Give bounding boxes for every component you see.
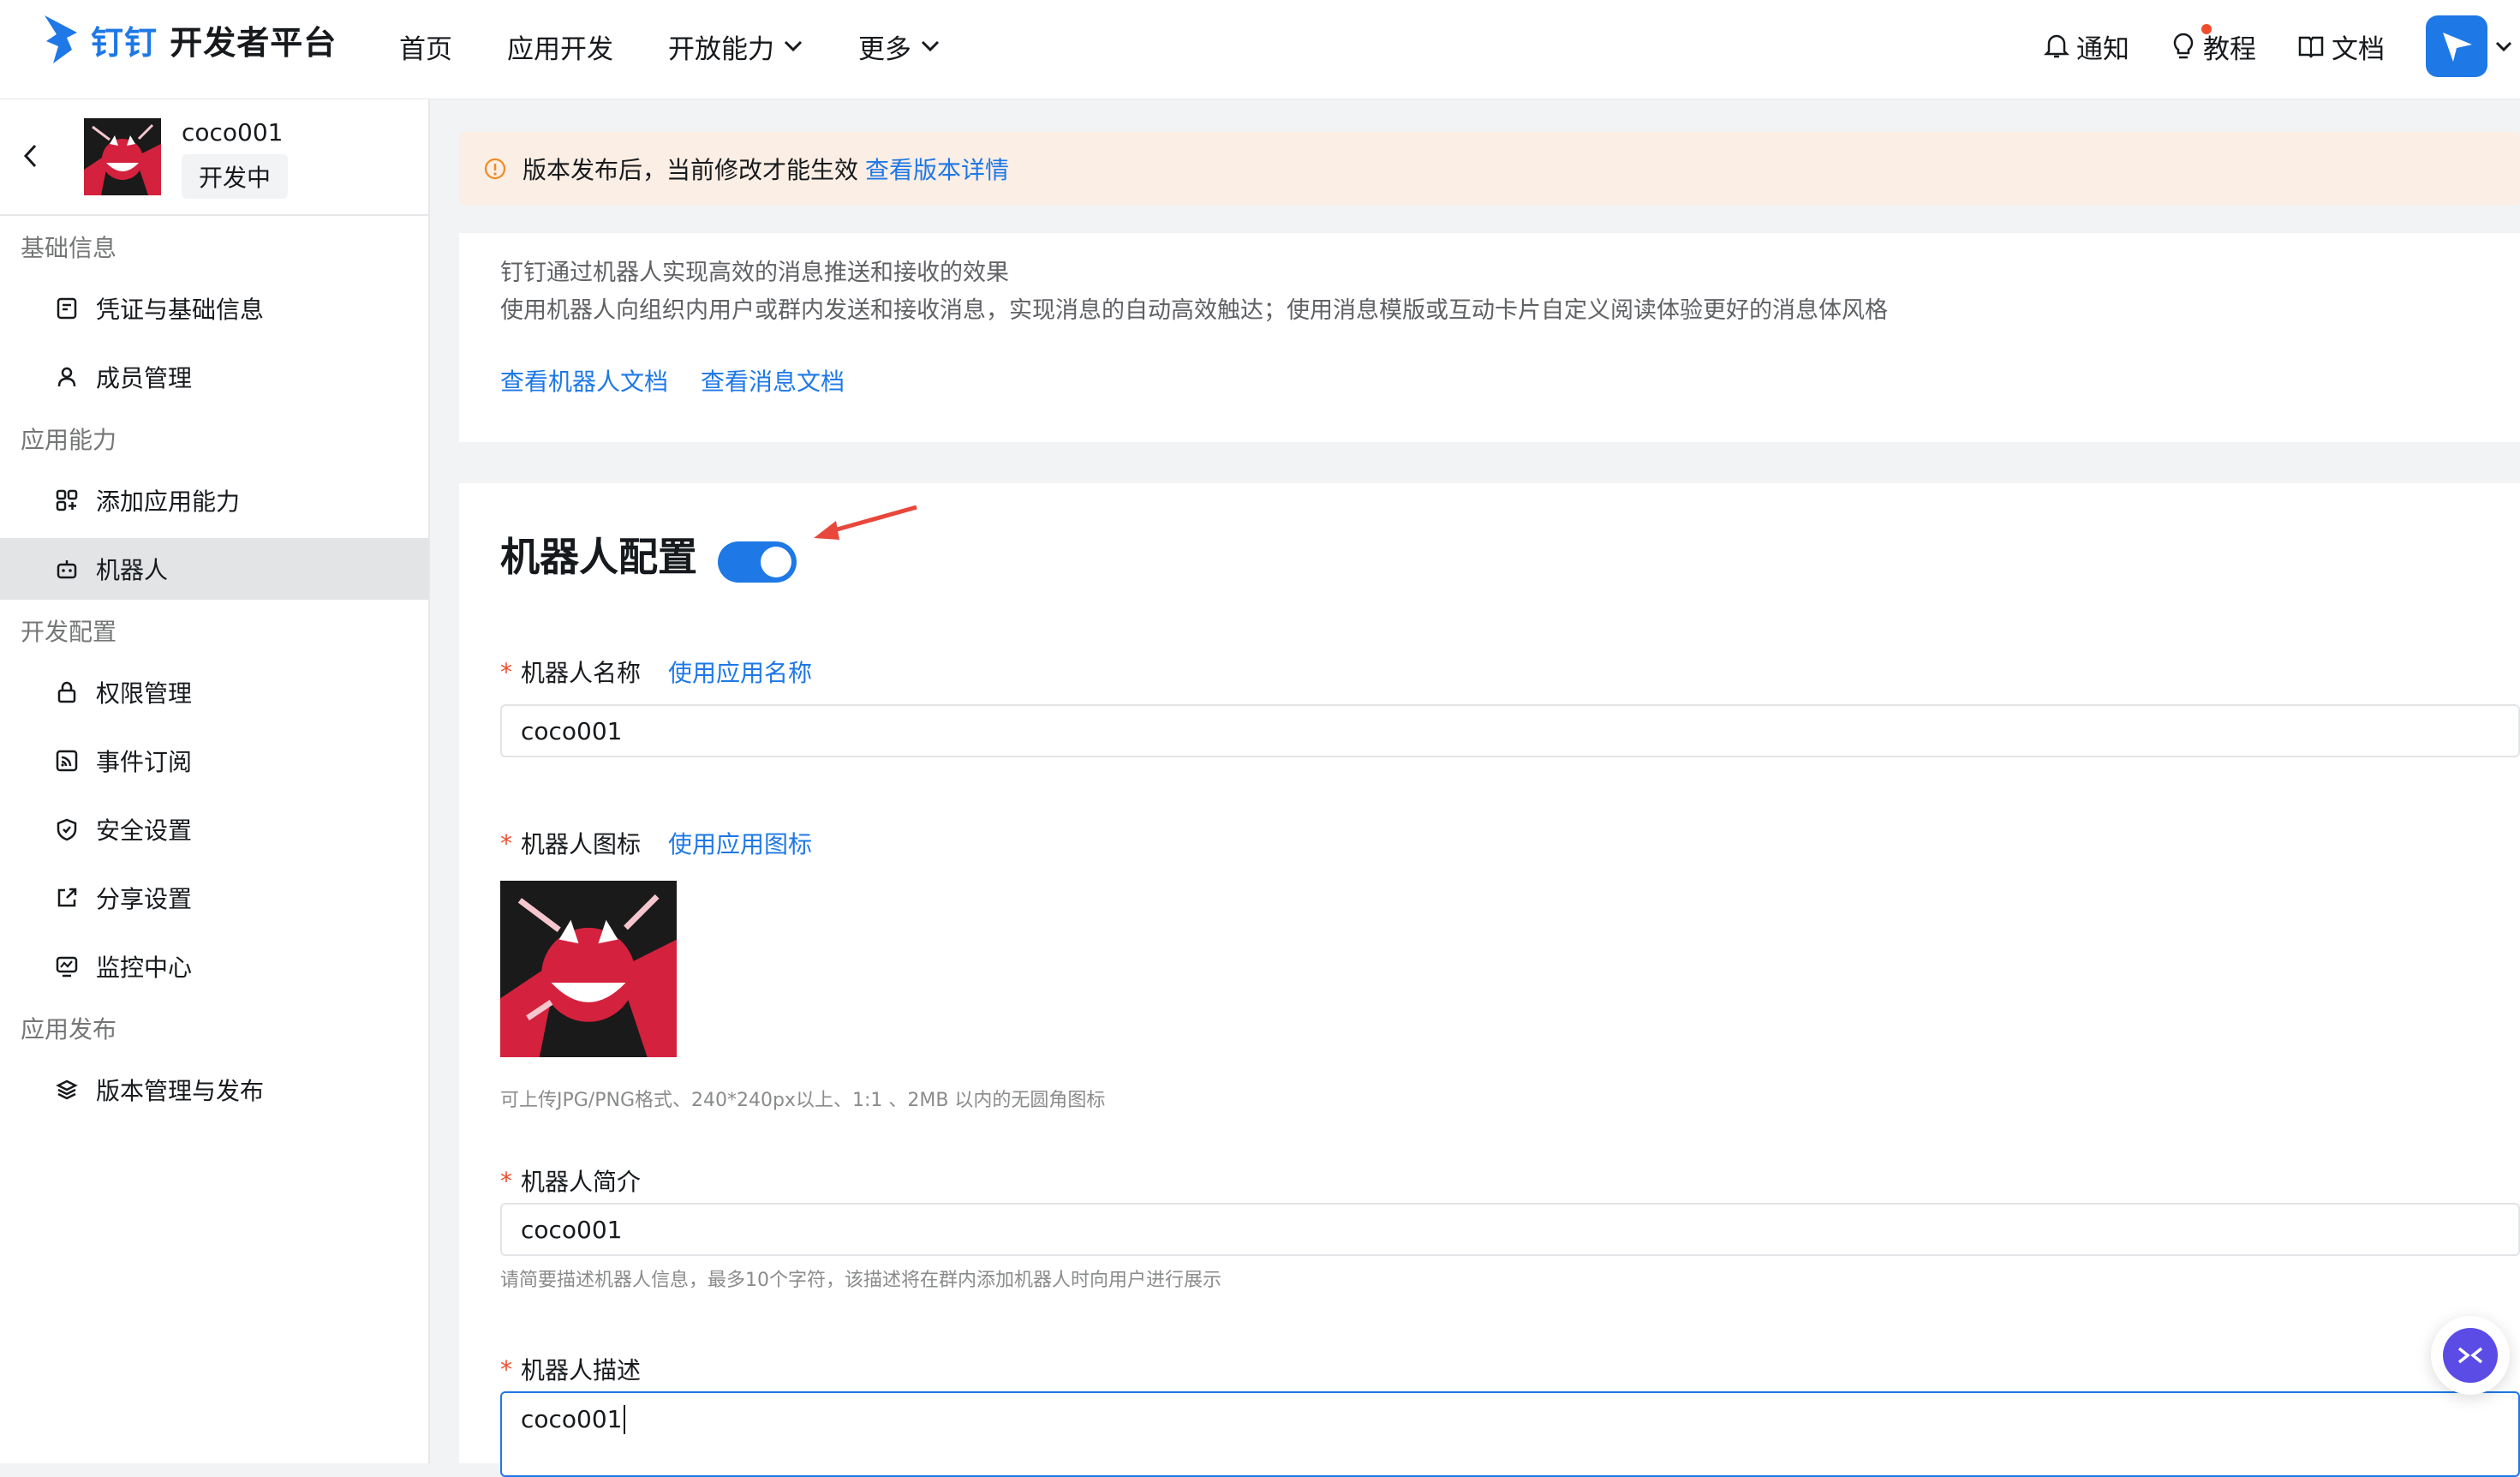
sidebar-item-add-capability[interactable]: 添加应用能力 [0, 469, 428, 531]
chevron-left-icon[interactable] [21, 142, 41, 170]
intro-line-1: 钉钉通过机器人实现高效的消息推送和接收的效果 [500, 260, 1009, 286]
desc-label: * 机器人描述 [500, 1354, 642, 1385]
intro-label: * 机器人简介 [500, 1166, 642, 1197]
use-app-icon-link[interactable]: 使用应用图标 [668, 826, 812, 860]
assistant-float-button[interactable] [2431, 1316, 2510, 1395]
robot-icon [57, 560, 77, 579]
nav-group-basic: 基础信息 [21, 234, 117, 262]
robot-enable-toggle[interactable] [718, 541, 797, 583]
status-badge: 开发中 [182, 154, 289, 199]
bulb-icon [2173, 33, 2194, 59]
nav-open-capability[interactable]: 开放能力 [668, 27, 803, 66]
bell-icon [2044, 34, 2069, 58]
message-doc-link[interactable]: 查看消息文档 [701, 363, 845, 398]
top-nav: 首页 应用开发 开放能力 更多 [399, 0, 995, 93]
shield-icon [57, 818, 77, 841]
name-label: * 机器人名称 使用应用名称 [500, 655, 812, 689]
rss-icon [56, 750, 78, 772]
use-app-name-link[interactable]: 使用应用名称 [668, 655, 812, 689]
monitor-icon [56, 956, 78, 978]
robot-desc-textarea[interactable]: coco001 [500, 1391, 2520, 1477]
sidebar-item-events[interactable]: 事件订阅 [0, 730, 428, 792]
sidebar-item-credentials[interactable]: 凭证与基础信息 [0, 278, 428, 339]
robot-config-card: 机器人配置 * 机器人名称 使用应用名称 coco001 * 机器人图标 使用应用图… [459, 483, 2520, 1477]
sidebar-item-monitor[interactable]: 监控中心 [0, 936, 428, 997]
nav-more[interactable]: 更多 [858, 27, 941, 66]
robot-intro-input[interactable]: coco001 [500, 1203, 2520, 1256]
intro-line-2: 使用机器人向组织内用户或群内发送和接收消息，实现消息的自动高效触达；使用消息模版… [500, 297, 1888, 324]
nav-group-dev: 开发配置 [21, 618, 117, 646]
dingtalk-logo-icon [45, 15, 77, 63]
user-menu[interactable] [2426, 15, 2513, 77]
sidebar-item-members[interactable]: 成员管理 [0, 346, 428, 408]
config-title: 机器人配置 [500, 534, 697, 580]
unread-dot [2201, 23, 2212, 34]
view-version-link[interactable]: 查看版本详情 [865, 152, 1009, 186]
robot-icon-image[interactable] [500, 881, 677, 1057]
sidebar-item-versions[interactable]: 版本管理与发布 [0, 1059, 428, 1121]
credential-icon [57, 297, 77, 320]
text-caret [623, 1405, 625, 1434]
icon-hint: 可上传JPG/PNG格式、240*240px以上、1:1 、2MB 以内的无圆角… [500, 1090, 1106, 1111]
sidebar-item-permissions[interactable]: 权限管理 [0, 661, 428, 723]
intro-links: 查看机器人文档 查看消息文档 [500, 363, 877, 398]
notice-text: 版本发布后，当前修改才能生效 [523, 156, 859, 184]
notification-link[interactable]: 通知 [2044, 27, 2129, 66]
robot-name-input[interactable]: coco001 [500, 704, 2520, 757]
avatar [2426, 15, 2487, 77]
docs-link[interactable]: 文档 [2297, 27, 2385, 66]
app-avatar [84, 118, 161, 195]
assistant-icon [2443, 1328, 2498, 1383]
share-icon [57, 888, 77, 907]
layers-icon [56, 1079, 78, 1100]
sidebar-item-share[interactable]: 分享设置 [0, 867, 428, 929]
nav-group-capability: 应用能力 [21, 426, 117, 454]
notice-banner: 版本发布后，当前修改才能生效 查看版本详情 [459, 132, 2520, 206]
robot-doc-link[interactable]: 查看机器人文档 [500, 363, 668, 398]
chevron-down-icon [2495, 41, 2512, 52]
sidebar: coco001 开发中 基础信息 凭证与基础信息 成员管理 应用能力 添加应用能… [0, 99, 430, 1463]
nav-group-release: 应用发布 [21, 1015, 117, 1043]
icon-label: * 机器人图标 使用应用图标 [500, 826, 812, 860]
sidebar-item-security[interactable]: 安全设置 [0, 798, 428, 860]
header-actions: 通知 教程 文档 [2044, 0, 2520, 93]
logo-text: 钉钉 开发者平台 [91, 23, 337, 62]
desc-text: coco001 [521, 1405, 623, 1433]
app-card: coco001 开发中 [0, 99, 428, 216]
user-icon [57, 367, 76, 387]
paper-plane-icon [2443, 33, 2472, 62]
tutorial-link[interactable]: 教程 [2171, 23, 2256, 66]
info-icon [484, 158, 506, 180]
logo[interactable]: 钉钉 开发者平台 [41, 12, 337, 67]
nav-home[interactable]: 首页 [399, 27, 452, 66]
book-icon [2298, 36, 2324, 58]
intro-hint: 请简要描述机器人信息，最多10个字符，该描述将在群内添加机器人时向用户进行展示 [500, 1270, 1221, 1291]
intro-card: 钉钉通过机器人实现高效的消息推送和接收的效果 使用机器人向组织内用户或群内发送和… [459, 233, 2520, 442]
chevron-down-icon [921, 40, 940, 52]
toggle-knob [761, 547, 791, 577]
top-header: 钉钉 开发者平台 首页 应用开发 开放能力 更多 通知 教程 文档 [0, 0, 2520, 99]
annotation-arrow [814, 505, 917, 540]
lock-icon [57, 681, 76, 703]
nav-app-dev[interactable]: 应用开发 [507, 27, 613, 66]
app-name: coco001 [182, 118, 284, 147]
grid-plus-icon [56, 489, 78, 511]
chevron-down-icon [784, 40, 803, 52]
sidebar-item-robot[interactable]: 机器人 [0, 538, 428, 600]
